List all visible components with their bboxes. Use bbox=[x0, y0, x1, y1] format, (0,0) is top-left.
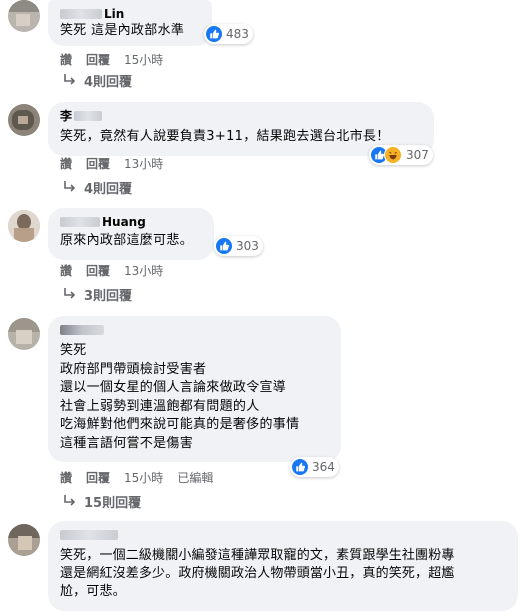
reaction-count: 307 bbox=[406, 148, 429, 162]
timestamp[interactable]: 15小時 bbox=[124, 51, 163, 68]
comment-author[interactable] bbox=[60, 322, 329, 338]
avatar[interactable] bbox=[8, 104, 40, 136]
view-replies-link[interactable]: 15則回覆 bbox=[62, 492, 141, 511]
comment-author[interactable]: Lin bbox=[60, 6, 200, 22]
like-button[interactable]: 讚 bbox=[60, 51, 72, 68]
reply-button[interactable]: 回覆 bbox=[86, 469, 110, 486]
haha-icon bbox=[384, 146, 402, 164]
like-button[interactable]: 讚 bbox=[60, 469, 72, 486]
redacted-name bbox=[60, 9, 102, 19]
avatar[interactable] bbox=[8, 318, 40, 350]
reaction-summary[interactable]: 303 bbox=[214, 236, 263, 256]
comment-bubble: 笑死，一個二級機關小編發這種譁眾取寵的文，素質跟學生社團粉專 還是網紅沒差多少。… bbox=[48, 521, 518, 611]
reply-arrow-icon bbox=[64, 288, 76, 299]
view-replies-link[interactable]: 4則回覆 bbox=[62, 178, 132, 197]
comment-line: 笑死 這是內政部水準 bbox=[60, 23, 185, 38]
reaction-count: 364 bbox=[312, 460, 335, 474]
comment-author[interactable]: 李 bbox=[60, 108, 422, 124]
redacted-name bbox=[60, 530, 118, 540]
comment-line: 還是網紅沒差多少。政府機關政治人物帶頭當小丑，真的笑死，超尷 bbox=[60, 566, 455, 581]
comment-line: 政府部門帶頭檢討受害者 bbox=[60, 361, 207, 377]
author-name[interactable]: 李 bbox=[60, 108, 72, 124]
comment-line: 吃海鮮對他們來說可能真的是奢侈的事情 bbox=[60, 417, 300, 432]
reaction-summary[interactable]: 483 bbox=[204, 24, 253, 44]
like-button[interactable]: 讚 bbox=[60, 262, 72, 279]
comment-actions: 讚 回覆 15小時 bbox=[60, 51, 163, 67]
like-icon bbox=[206, 26, 222, 42]
replies-count[interactable]: 4則回覆 bbox=[84, 71, 132, 90]
comment-text: 笑死，竟然有人說要負責3+11，結果跑去選台北市長！ bbox=[60, 128, 422, 146]
like-icon bbox=[292, 459, 308, 475]
avatar[interactable] bbox=[8, 210, 40, 242]
timestamp[interactable]: 13小時 bbox=[124, 155, 163, 172]
comment-author[interactable] bbox=[60, 527, 506, 543]
reaction-summary[interactable]: 364 bbox=[290, 457, 339, 477]
comment-actions: 讚 回覆 13小時 bbox=[60, 155, 163, 171]
comment-line: 原來內政部這麼可悲。 bbox=[60, 233, 194, 248]
comment-text: 笑死 政府部門帶頭檢討受害者 還以一個女星的個人言論來做政令宣導 社會上弱勢到連… bbox=[60, 342, 329, 453]
reaction-summary[interactable]: 307 bbox=[369, 145, 433, 165]
author-name[interactable]: Huang bbox=[102, 214, 146, 230]
comment-line: 笑死 bbox=[60, 343, 87, 358]
redacted-name bbox=[60, 325, 104, 335]
like-icon bbox=[216, 238, 232, 254]
reply-button[interactable]: 回覆 bbox=[86, 51, 110, 68]
comment-bubble: Lin 笑死 這是內政部水準 bbox=[48, 0, 212, 46]
like-button[interactable]: 讚 bbox=[60, 155, 72, 172]
reaction-count: 483 bbox=[226, 27, 249, 41]
reply-button[interactable]: 回覆 bbox=[86, 155, 110, 172]
reaction-count: 303 bbox=[236, 239, 259, 253]
comment-actions: 讚 回覆 13小時 bbox=[60, 262, 163, 278]
comment-line: 這種言語何嘗不是傷害 bbox=[60, 435, 194, 451]
reply-button[interactable]: 回覆 bbox=[86, 262, 110, 279]
redacted-name bbox=[74, 111, 103, 121]
timestamp[interactable]: 13小時 bbox=[124, 262, 163, 279]
comment-line: 笑死，竟然有人說要負責3+11，結果跑去選台北市長！ bbox=[60, 129, 390, 144]
view-replies-link[interactable]: 4則回覆 bbox=[62, 71, 132, 90]
timestamp[interactable]: 15小時 bbox=[124, 469, 163, 486]
comment-text: 原來內政部這麼可悲。 bbox=[60, 232, 202, 250]
comment-author[interactable]: Huang bbox=[60, 214, 202, 230]
replies-count[interactable]: 3則回覆 bbox=[84, 285, 132, 304]
avatar[interactable] bbox=[8, 524, 40, 556]
redacted-name bbox=[60, 217, 100, 227]
edited-label[interactable]: 已編輯 bbox=[177, 469, 213, 486]
comment-bubble: Huang 原來內政部這麼可悲。 bbox=[48, 208, 214, 260]
replies-count[interactable]: 15則回覆 bbox=[84, 492, 141, 511]
replies-count[interactable]: 4則回覆 bbox=[84, 178, 132, 197]
author-name[interactable]: Lin bbox=[104, 6, 124, 22]
comment-line: 還以一個女星的個人言論來做政令宣導 bbox=[60, 380, 287, 395]
reply-arrow-icon bbox=[64, 495, 76, 506]
comment-bubble: 笑死 政府部門帶頭檢討受害者 還以一個女星的個人言論來做政令宣導 社會上弱勢到連… bbox=[48, 316, 341, 462]
comment-text: 笑死 這是內政部水準 bbox=[60, 22, 200, 40]
avatar[interactable] bbox=[8, 0, 40, 32]
comment-actions: 讚 回覆 15小時 已編輯 bbox=[60, 469, 213, 485]
view-replies-link[interactable]: 3則回覆 bbox=[62, 285, 132, 304]
comment-line: 社會上弱勢到連溫飽都有問題的人 bbox=[60, 398, 260, 414]
comment-text: 笑死，一個二級機關小編發這種譁眾取寵的文，素質跟學生社團粉專 還是網紅沒差多少。… bbox=[60, 547, 506, 601]
reply-arrow-icon bbox=[64, 181, 76, 192]
reply-arrow-icon bbox=[64, 74, 76, 85]
comment-line: 笑死，一個二級機關小編發這種譁眾取寵的文，素質跟學生社團粉專 bbox=[60, 548, 455, 563]
comment-line: 尬，可悲。 bbox=[60, 584, 126, 599]
